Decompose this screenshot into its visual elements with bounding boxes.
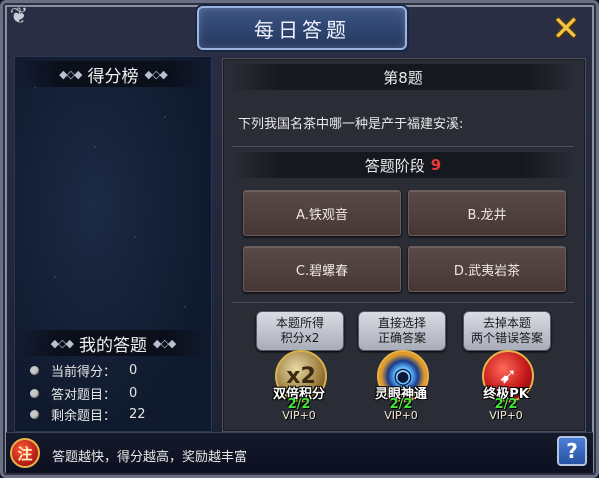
bullet-icon <box>30 388 39 398</box>
ornament-icon: ◆◇◆ <box>50 336 74 350</box>
bullet-icon <box>30 409 39 419</box>
ornament-icon: ◆◇◆ <box>144 67 168 81</box>
stat-value: 0 <box>129 385 138 401</box>
stat-correct-count: 答对题目： 0 <box>30 384 138 403</box>
answer-option-b[interactable]: B.龙井 <box>408 190 566 236</box>
tool-vip: VIP+0 <box>384 409 418 422</box>
stat-remaining: 剩余题目： 22 <box>30 405 146 424</box>
tool-desc-line: 去掉本题 <box>482 316 531 330</box>
answer-option-c[interactable]: C.碧螺春 <box>243 246 401 292</box>
phase-label: 答题阶段 <box>364 156 425 175</box>
tool-pk-desc: 去掉本题 两个错误答案 <box>463 311 551 351</box>
my-answers-header: ◆◇◆ 我的答题 ◆◇◆ <box>20 330 206 356</box>
ornament-icon: ◆◇◆ <box>59 67 82 81</box>
stat-current-score: 当前得分： 0 <box>30 361 138 380</box>
stat-label: 答对题目： <box>51 387 117 403</box>
answer-option-a[interactable]: A.铁观音 <box>243 190 401 236</box>
divider <box>232 146 574 147</box>
close-icon: ✕ <box>551 9 581 49</box>
corner-ornament-icon: ❦ <box>9 4 29 29</box>
stat-value: 22 <box>129 406 146 422</box>
leaderboard-title: 得分榜 <box>87 66 139 87</box>
bullet-icon <box>30 365 39 375</box>
note-badge-icon: 注 <box>10 438 40 468</box>
tool-desc-line: 两个错误答案 <box>470 331 543 345</box>
tool-desc-line: 直接选择 <box>377 316 426 330</box>
countdown-timer: 9 <box>430 156 442 174</box>
tip-text: 答题越快，得分越高，奖励越丰富 <box>52 450 248 465</box>
question-number: 第8题 <box>230 64 576 90</box>
tool-desc-line: 正确答案 <box>377 331 426 345</box>
tool-vip: VIP+0 <box>282 409 316 422</box>
help-button[interactable]: ? <box>557 436 587 466</box>
ornament-icon: ◆◇◆ <box>153 336 176 350</box>
window-title: 每日答题 <box>197 6 407 50</box>
tool-double-points-desc: 本题所得 积分x2 <box>256 311 344 351</box>
leaderboard-header: ◆◇◆ 得分榜 ◆◇◆ <box>20 61 206 87</box>
close-button[interactable]: ✕ <box>549 12 583 46</box>
divider <box>232 302 574 303</box>
my-answers-title: 我的答题 <box>79 335 147 356</box>
tool-eye-desc: 直接选择 正确答案 <box>358 311 446 351</box>
question-text: 下列我国名茶中哪一种是产于福建安溪: <box>238 117 464 132</box>
answer-phase-header: 答题阶段 9 <box>232 152 574 178</box>
stat-label: 剩余题目： <box>51 408 117 424</box>
stat-value: 0 <box>129 362 138 378</box>
stat-label: 当前得分： <box>51 364 117 380</box>
answer-option-d[interactable]: D.武夷岩茶 <box>408 246 566 292</box>
tool-vip: VIP+0 <box>489 409 523 422</box>
tool-desc-line: 本题所得 <box>275 316 324 330</box>
tool-desc-line: 积分x2 <box>280 331 320 345</box>
